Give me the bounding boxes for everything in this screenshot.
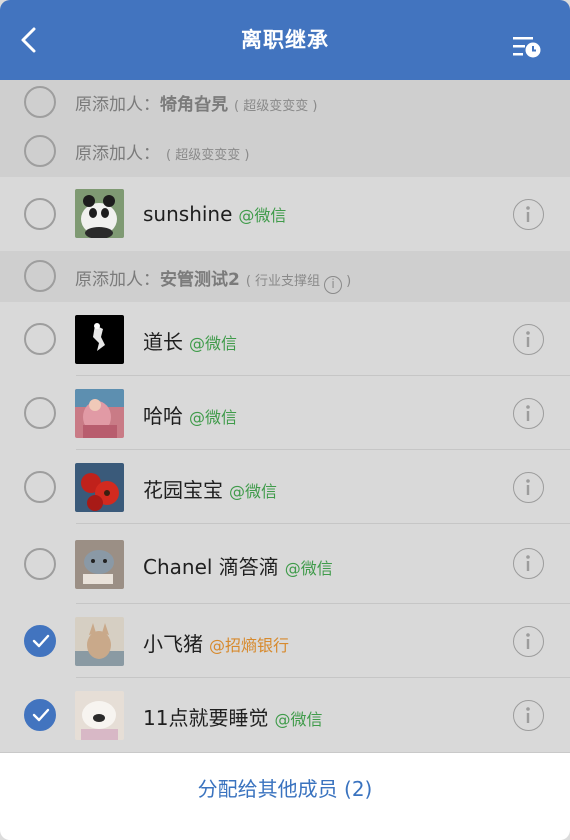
avatar xyxy=(75,617,124,666)
contact-name: 花园宝宝 @微信 xyxy=(143,474,277,503)
group-owner-name: 安管测试2 xyxy=(160,270,240,290)
select-radio-checked[interactable] xyxy=(24,625,56,657)
group-header: 原添加人： ( 超级变变变 ) xyxy=(0,125,570,177)
contact-name-text: 11点就要睡觉 xyxy=(143,706,269,730)
group-owner-name: 犄角旮旯 xyxy=(160,95,228,115)
contact-name: 小飞猪 @招熵银行 xyxy=(143,628,289,657)
contact-source-tag: @微信 xyxy=(189,334,238,353)
select-radio[interactable] xyxy=(24,471,56,503)
contact-source-tag: @微信 xyxy=(238,206,287,225)
info-icon[interactable] xyxy=(513,700,544,731)
avatar xyxy=(75,389,124,438)
contact-name-text: sunshine xyxy=(143,202,233,226)
page-title: 离职继承 xyxy=(241,28,329,52)
info-icon[interactable] xyxy=(513,548,544,579)
group-prefix: 原添加人： xyxy=(75,270,160,290)
group-label: 原添加人：犄角旮旯 ( 超级变变变 ) xyxy=(75,90,317,115)
bottom-action-bar: 分配给其他成员 (2) xyxy=(0,752,570,840)
contact-source-tag: @微信 xyxy=(229,482,278,501)
avatar xyxy=(75,315,124,364)
group-select-radio[interactable] xyxy=(24,260,56,292)
contact-row[interactable]: 哈哈 @微信 xyxy=(0,376,570,450)
contact-name-text: 哈哈 xyxy=(143,404,183,428)
app-screen: 离职继承 原添加人：犄角旮旯( 超级变变变 ) 原添加人：( 超级变变变 ) s… xyxy=(0,0,570,840)
info-icon[interactable] xyxy=(513,472,544,503)
info-icon[interactable] xyxy=(513,398,544,429)
avatar xyxy=(75,463,124,512)
group-department-text: ( 行业支撑组 xyxy=(245,274,321,289)
contact-name: 哈哈 @微信 xyxy=(143,400,237,429)
group-prefix: 原添加人： xyxy=(75,144,160,164)
select-radio[interactable] xyxy=(24,198,56,230)
group-department: ( 超级变变变 ) xyxy=(166,148,250,163)
group-label: 原添加人： ( 超级变变变 ) xyxy=(75,139,249,164)
list-clock-icon[interactable] xyxy=(512,34,542,60)
contact-name-text: 小飞猪 xyxy=(143,632,203,656)
select-radio[interactable] xyxy=(24,323,56,355)
contact-name: sunshine @微信 xyxy=(143,202,286,226)
assign-to-others-button[interactable]: 分配给其他成员 (2) xyxy=(0,753,570,825)
contact-row[interactable]: 小飞猪 @招熵银行 xyxy=(0,604,570,678)
info-icon[interactable]: i xyxy=(324,276,343,294)
contact-name-text: 道长 xyxy=(143,330,183,354)
group-header: 原添加人：犄角旮旯 ( 超级变变变 ) xyxy=(0,80,570,125)
contact-row[interactable]: 道长 @微信 xyxy=(0,302,570,376)
contact-row[interactable]: 花园宝宝 @微信 xyxy=(0,450,570,524)
group-prefix: 原添加人： xyxy=(75,95,160,115)
contact-row[interactable]: sunshine @微信 xyxy=(0,177,570,251)
avatar xyxy=(75,540,124,589)
contact-name: 11点就要睡觉 @微信 xyxy=(143,702,322,731)
contact-source-tag: @招熵银行 xyxy=(209,636,290,655)
contact-list: 原添加人：犄角旮旯( 超级变变变 ) 原添加人：( 超级变变变 ) sunshi… xyxy=(0,80,570,752)
contact-row[interactable]: 11点就要睡觉 @微信 xyxy=(0,678,570,752)
avatar xyxy=(75,189,124,238)
group-select-radio[interactable] xyxy=(24,135,56,167)
contact-source-tag: @微信 xyxy=(189,408,238,427)
group-department: ( 行业支撑组 i) xyxy=(245,274,352,294)
contact-name: Chanel 滴答滴 @微信 xyxy=(143,551,333,580)
select-radio[interactable] xyxy=(24,548,56,580)
info-icon[interactable] xyxy=(513,324,544,355)
contact-name-text: Chanel 滴答滴 xyxy=(143,555,279,579)
contact-row[interactable]: Chanel 滴答滴 @微信 xyxy=(0,524,570,604)
contact-source-tag: @微信 xyxy=(284,559,333,578)
group-department-close: ) xyxy=(346,274,352,289)
contact-source-tag: @微信 xyxy=(274,710,323,729)
group-select-radio[interactable] xyxy=(24,86,56,118)
nav-bar: 离职继承 xyxy=(0,0,570,80)
avatar xyxy=(75,691,124,740)
info-icon[interactable] xyxy=(513,626,544,657)
select-radio[interactable] xyxy=(24,397,56,429)
select-radio-checked[interactable] xyxy=(24,699,56,731)
contact-name: 道长 @微信 xyxy=(143,326,237,355)
group-header: 原添加人：安管测试2( 行业支撑组 i) xyxy=(0,251,570,302)
contact-name-text: 花园宝宝 xyxy=(143,478,223,502)
info-icon[interactable] xyxy=(513,199,544,230)
group-label: 原添加人：安管测试2( 行业支撑组 i) xyxy=(75,265,351,294)
group-department: ( 超级变变变 ) xyxy=(234,99,318,114)
